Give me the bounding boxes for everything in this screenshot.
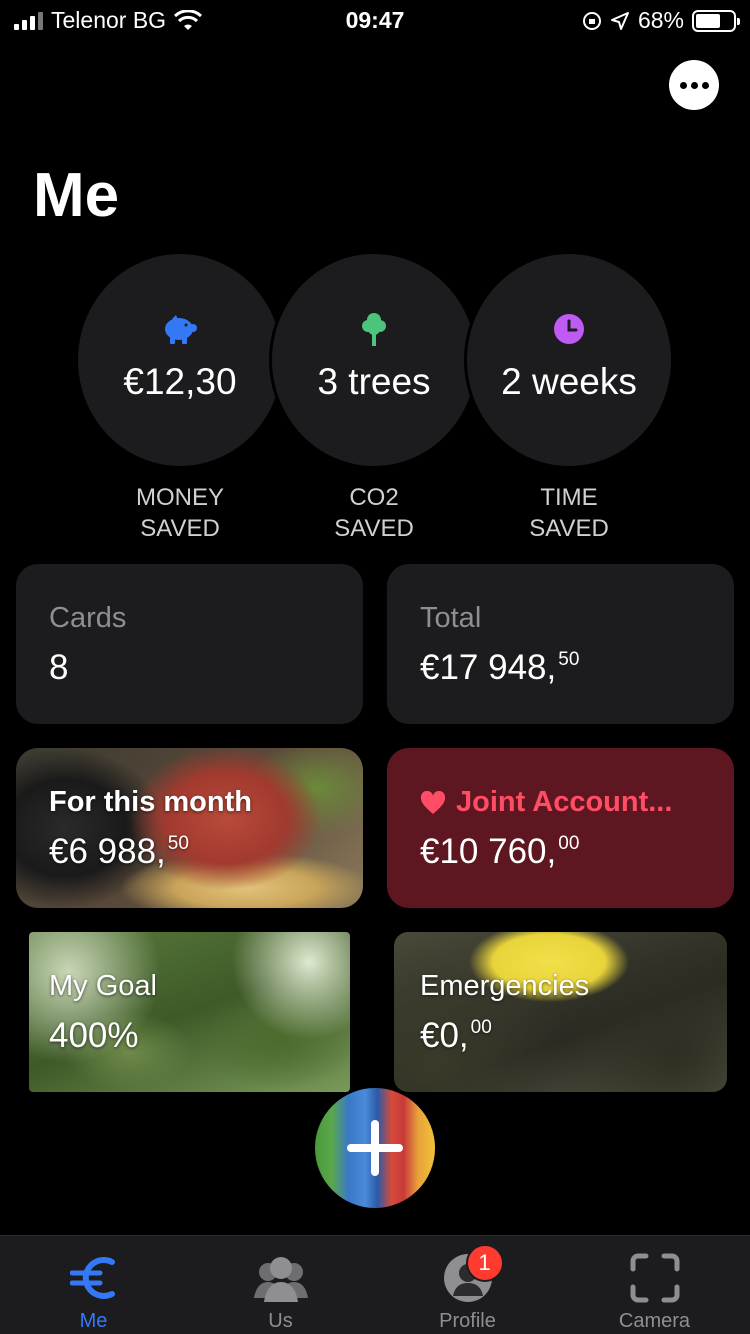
card-title: Emergencies [420,970,590,1002]
amount-cents: 50 [167,833,189,854]
my-goal-card[interactable]: My Goal 400% [29,932,350,1092]
stat-money-saved[interactable]: €12,30 MONEY SAVED [78,254,282,544]
stat-label-line: SAVED [140,515,220,542]
stat-co2-saved[interactable]: 3 trees CO2 SAVED [272,254,476,544]
stat-value: 3 trees [317,361,431,402]
card-title: For this month [49,786,252,818]
page-title: Me [33,161,120,230]
tab-label: Profile [439,1310,496,1332]
ellipsis-icon [690,81,698,89]
profile-icon: 1 [438,1244,504,1306]
euro-icon [64,1250,124,1306]
card-value: €0, 00 [420,1016,492,1056]
battery-level [696,13,721,28]
amount-main: €10 760, [420,832,557,871]
card-value: 400% [49,1016,139,1055]
tree-icon [360,311,388,347]
tab-bar: Me Us 1 Profile Camera [0,1235,750,1334]
amount-cents: 50 [558,649,580,670]
ellipsis-icon [701,81,709,89]
stat-label: MONEY SAVED [78,482,282,544]
stat-circle: 2 weeks [467,254,671,466]
battery-percent: 68% [637,7,684,33]
stat-circle: €12,30 [78,254,282,466]
card-title: Cards [49,602,127,634]
piggy-bank-icon [162,311,198,347]
card-value: €10 760, 00 [420,832,579,872]
total-card[interactable]: Total €17 948, 50 [387,564,734,724]
stat-label-line: TIME [540,484,598,511]
notification-badge: 1 [465,1244,504,1282]
stat-label: CO2 SAVED [272,482,476,544]
joint-account-card[interactable]: Joint Account... €10 760, 00 [387,748,734,908]
tab-camera[interactable]: Camera [561,1236,748,1334]
amount-main: €17 948, [420,648,557,687]
amount-main: €6 988, [49,832,166,871]
stat-label-line: CO2 [349,484,399,511]
tab-us[interactable]: Us [187,1236,374,1334]
heart-icon [420,790,446,814]
stat-label: TIME SAVED [467,482,671,544]
stat-label-line: SAVED [529,515,609,542]
stat-circle: 3 trees [272,254,476,466]
location-icon [610,11,629,30]
more-options-button[interactable] [669,60,719,110]
stat-label-line: MONEY [135,484,224,511]
stat-label-line: SAVED [334,515,414,542]
card-value: 8 [49,648,69,687]
card-title-text: Joint Account... [456,786,673,818]
amount-cents: 00 [558,833,580,854]
tab-label: Camera [618,1310,691,1332]
cards-count-card[interactable]: Cards 8 [16,564,363,724]
amount-cents: 00 [470,1017,492,1038]
tab-label: Me [79,1310,108,1332]
status-right: 68% [582,7,740,34]
tab-profile[interactable]: 1 Profile [374,1236,561,1334]
plus-icon [347,1120,403,1176]
card-title: Total [420,602,482,634]
card-title: Joint Account... [420,786,672,819]
stat-value: €12,30 [123,361,237,402]
ellipsis-icon [679,81,687,89]
status-bar: Telenor BG 09:47 68% [0,0,750,40]
card-title: My Goal [49,970,157,1002]
amount-main: €0, [420,1016,469,1055]
camera-frame-icon [625,1250,685,1306]
tab-me[interactable]: Me [0,1236,187,1334]
card-value: €17 948, 50 [420,648,579,688]
clock-icon [553,311,585,347]
orientation-lock-icon [582,11,601,30]
stat-time-saved[interactable]: 2 weeks TIME SAVED [467,254,671,544]
card-value: €6 988, 50 [49,832,189,872]
emergencies-card[interactable]: Emergencies €0, 00 [394,932,727,1092]
group-icon [251,1250,311,1306]
battery-icon [692,9,740,32]
tab-label: Us [268,1310,293,1332]
add-button[interactable] [315,1088,435,1208]
stat-value: 2 weeks [501,361,637,402]
for-this-month-card[interactable]: For this month €6 988, 50 [16,748,363,908]
